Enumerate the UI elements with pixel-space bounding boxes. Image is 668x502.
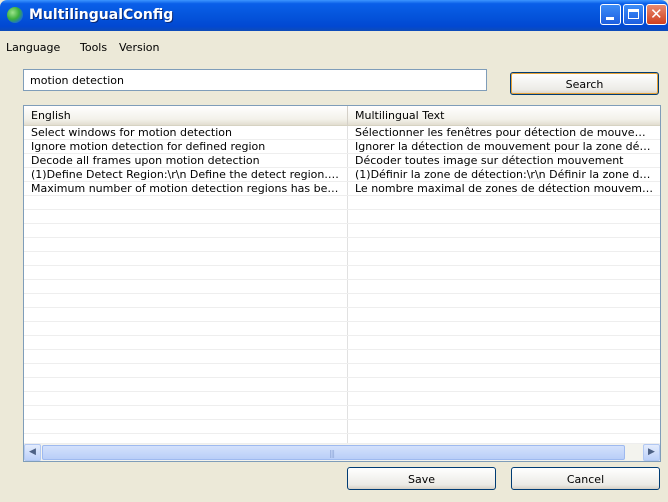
empty-row [24, 196, 660, 210]
english-cell: Maximum number of motion detection regio… [31, 182, 341, 195]
english-cell: Ignore motion detection for defined regi… [31, 140, 266, 153]
empty-row [24, 406, 660, 420]
multilingual-cell[interactable]: Décoder toutes image sur détection mouve… [355, 154, 655, 167]
table-row[interactable]: Decode all frames upon motion detection D… [24, 154, 660, 168]
multilingual-cell[interactable]: Ignorer la détection de mouvement pour l… [355, 140, 655, 153]
search-input[interactable] [23, 69, 487, 91]
table-row[interactable]: (1)Define Detect Region:\r\n Define the … [24, 168, 660, 182]
empty-row [24, 252, 660, 266]
window-title: MultilingualConfig [29, 7, 174, 23]
maximize-icon [628, 9, 639, 19]
multilingual-cell[interactable]: Sélectionner les fenêtres pour détection… [355, 126, 655, 139]
table-row[interactable]: Ignore motion detection for defined regi… [24, 140, 660, 154]
translation-table: English Multilingual Text Select windows… [23, 105, 661, 462]
empty-row [24, 364, 660, 378]
table-header: English Multilingual Text [24, 106, 660, 126]
empty-row [24, 392, 660, 406]
grip-icon: ||| [329, 449, 335, 458]
minimize-icon [606, 17, 614, 20]
empty-row [24, 238, 660, 252]
horizontal-scrollbar[interactable]: ◀ ||| ▶ [24, 443, 660, 461]
empty-row [24, 336, 660, 350]
table-body: Select windows for motion detection Sélec… [24, 126, 660, 434]
multilingual-cell[interactable]: (1)Définir la zone de détection:\r\n Déf… [355, 168, 655, 181]
empty-row [24, 280, 660, 294]
column-resize-handle[interactable] [347, 106, 348, 125]
empty-row [24, 350, 660, 364]
close-button[interactable]: ✕ [646, 4, 667, 25]
minimize-button[interactable] [600, 4, 621, 25]
close-icon: ✕ [650, 5, 663, 23]
menu-tools[interactable]: Tools [80, 41, 107, 54]
maximize-button[interactable] [623, 4, 644, 25]
menu-version[interactable]: Version [119, 41, 159, 54]
empty-row [24, 322, 660, 336]
empty-row [24, 378, 660, 392]
save-button[interactable]: Save [347, 467, 496, 490]
menu-bar: Language Tools Version [0, 31, 668, 55]
empty-row [24, 420, 660, 434]
scroll-left-button[interactable]: ◀ [24, 444, 41, 461]
chevron-left-icon: ◀ [29, 447, 36, 457]
english-cell: (1)Define Detect Region:\r\n Define the … [31, 168, 341, 181]
empty-row [24, 266, 660, 280]
english-cell: Decode all frames upon motion detection [31, 154, 260, 167]
empty-row [24, 308, 660, 322]
cancel-button[interactable]: Cancel [511, 467, 660, 490]
empty-row [24, 294, 660, 308]
menu-language[interactable]: Language [6, 41, 60, 54]
scroll-right-button[interactable]: ▶ [643, 444, 660, 461]
empty-row [24, 210, 660, 224]
table-row[interactable]: Maximum number of motion detection regio… [24, 182, 660, 196]
column-header-english[interactable]: English [31, 109, 71, 122]
column-header-multilingual[interactable]: Multilingual Text [355, 109, 444, 122]
scrollbar-thumb[interactable]: ||| [42, 445, 625, 460]
table-row[interactable]: Select windows for motion detection Sélec… [24, 126, 660, 140]
chevron-right-icon: ▶ [648, 447, 655, 457]
empty-row [24, 224, 660, 238]
title-bar[interactable]: MultilingualConfig ✕ [0, 0, 668, 31]
app-globe-icon [7, 7, 23, 23]
search-button[interactable]: Search [510, 72, 659, 95]
multilingual-cell[interactable]: Le nombre maximal de zones de détection … [355, 182, 655, 195]
english-cell: Select windows for motion detection [31, 126, 232, 139]
